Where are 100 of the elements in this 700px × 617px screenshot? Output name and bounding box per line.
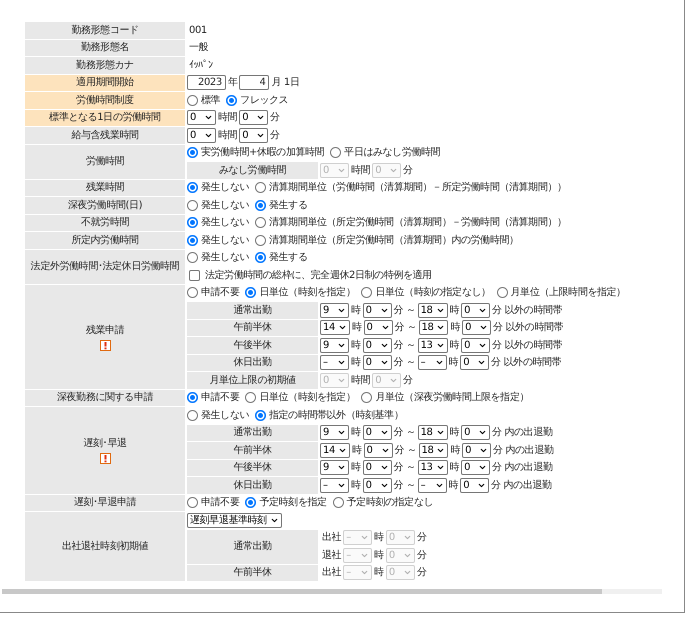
radio-button[interactable] xyxy=(245,392,256,404)
radio-button[interactable] xyxy=(187,217,198,228)
dropdown[interactable]: 0 xyxy=(362,355,392,370)
radio-button[interactable] xyxy=(187,94,198,106)
dropdown[interactable]: 18 xyxy=(418,425,448,440)
dropdown[interactable]: – xyxy=(418,355,447,370)
radio-option[interactable]: 日単位（時刻を指定） xyxy=(245,390,356,406)
radio-option[interactable]: 申請不要 xyxy=(187,495,240,510)
number-input[interactable]: 4 xyxy=(239,75,270,90)
radio-button[interactable] xyxy=(187,287,198,298)
dropdown[interactable]: 0 xyxy=(362,478,392,493)
radio-button[interactable] xyxy=(187,182,198,194)
field-text: 時 xyxy=(352,320,362,336)
dropdown[interactable]: 0 xyxy=(461,425,490,440)
dropdown[interactable]: 13 xyxy=(418,338,448,353)
dropdown[interactable]: 0 xyxy=(462,320,492,336)
dropdown[interactable]: 13 xyxy=(418,460,448,476)
radio-option[interactable]: 月単位（上限時間を指定） xyxy=(496,285,626,300)
radio-option[interactable]: 指定の時間帯以外（時刻基準） xyxy=(255,408,404,423)
dropdown[interactable]: 0 xyxy=(362,460,392,476)
radio-option[interactable]: 発生しない xyxy=(187,215,250,230)
sub-label-cell: 休日出勤 xyxy=(187,354,318,371)
radio-option[interactable]: 月単位（深夜労働時間上限を指定） xyxy=(361,390,530,406)
radio-button[interactable] xyxy=(330,147,342,158)
radio-option[interactable]: 予定時刻の指定なし xyxy=(332,495,434,510)
dropdown[interactable]: 9 xyxy=(320,425,349,440)
radio-option[interactable]: 申請不要 xyxy=(187,285,240,300)
radio-option[interactable]: 発生しない xyxy=(187,250,250,266)
radio-option[interactable]: 発生しない xyxy=(187,408,250,423)
dropdown[interactable]: 14 xyxy=(320,442,350,458)
radio-option[interactable]: 発生する xyxy=(255,198,308,213)
dropdown[interactable]: 14 xyxy=(320,320,350,336)
radio-button[interactable] xyxy=(226,94,238,106)
dropdown[interactable]: 9 xyxy=(320,338,349,353)
radio-button[interactable] xyxy=(361,392,372,404)
radio-button[interactable] xyxy=(255,252,266,264)
radio-button[interactable] xyxy=(187,410,198,421)
radio-button[interactable] xyxy=(187,497,198,508)
radio-option[interactable]: 清算期間単位（所定労働時間（清算期間）－労働時間（清算期間）） xyxy=(255,215,567,230)
dropdown[interactable]: 0 xyxy=(362,302,392,318)
radio-option[interactable]: 清算期間単位（所定労働時間（清算期間）内の労働時間） xyxy=(255,232,519,248)
radio-option[interactable]: 申請不要 xyxy=(187,390,240,406)
dropdown[interactable]: 18 xyxy=(418,442,448,458)
dropdown[interactable]: 0 xyxy=(460,478,490,493)
radio-button[interactable] xyxy=(245,287,256,298)
radio-button[interactable] xyxy=(187,392,198,404)
radio-button[interactable] xyxy=(255,217,266,228)
sub-label-cell: 通常出勤 xyxy=(187,302,318,318)
radio-option[interactable]: 実労働時間+休暇の加算時間 xyxy=(187,145,324,160)
dropdown[interactable]: 0 xyxy=(460,355,490,370)
radio-option[interactable]: 日単位（時刻の指定なし） xyxy=(361,285,491,300)
radio-button[interactable] xyxy=(255,410,266,421)
field-text: 一般 xyxy=(189,41,208,56)
dropdown[interactable]: 遅刻早退基準時刻 xyxy=(187,512,282,528)
dropdown[interactable]: 0 xyxy=(461,302,490,318)
radio-button[interactable] xyxy=(332,497,344,508)
dropdown[interactable]: 0 xyxy=(461,338,490,353)
dropdown[interactable]: 0 xyxy=(462,442,492,458)
radio-button[interactable] xyxy=(255,182,266,194)
dropdown[interactable]: 0 xyxy=(364,320,393,336)
dropdown[interactable]: 18 xyxy=(418,320,448,336)
radio-option[interactable]: 発生しない xyxy=(187,232,250,248)
radio-button[interactable] xyxy=(187,234,198,246)
field-text: 分 xyxy=(416,531,426,546)
radio-button[interactable] xyxy=(187,147,198,158)
dropdown[interactable]: – xyxy=(320,478,349,493)
number-input[interactable]: 2023 xyxy=(187,75,226,90)
dropdown[interactable]: 9 xyxy=(320,302,349,318)
dropdown[interactable]: – xyxy=(320,355,349,370)
radio-option[interactable]: 標準 xyxy=(187,92,220,108)
radio-option[interactable]: 平日はみなし労働時間 xyxy=(330,145,440,160)
radio-button[interactable] xyxy=(187,200,198,211)
dropdown[interactable]: 0 xyxy=(239,110,268,126)
checkbox[interactable] xyxy=(189,270,200,281)
dropdown[interactable]: 0 xyxy=(187,128,216,143)
dropdown[interactable]: 9 xyxy=(320,460,349,476)
field-text: 001 xyxy=(189,24,207,38)
radio-button[interactable] xyxy=(255,234,266,246)
checkbox-option[interactable]: 法定労働時間の総枠に、完全週休2日制の特例を適用 xyxy=(189,268,432,283)
radio-option[interactable]: 発生しない xyxy=(187,198,250,213)
dropdown[interactable]: 0 xyxy=(239,128,268,143)
radio-button[interactable] xyxy=(255,200,266,211)
field-label: 給与含残業時間 xyxy=(71,128,139,143)
dropdown[interactable]: 0 xyxy=(187,110,216,126)
dropdown[interactable]: 18 xyxy=(418,302,448,318)
radio-button[interactable] xyxy=(361,287,372,298)
radio-option[interactable]: 日単位（時刻を指定） xyxy=(245,285,356,300)
radio-button[interactable] xyxy=(245,497,256,508)
radio-option[interactable]: 清算期間単位（労働時間（清算期間）－所定労働時間（清算期間）） xyxy=(255,180,567,196)
radio-option[interactable]: 発生しない xyxy=(187,180,250,196)
radio-button[interactable] xyxy=(496,287,508,298)
radio-button[interactable] xyxy=(187,252,198,264)
dropdown[interactable]: 0 xyxy=(364,442,393,458)
dropdown[interactable]: 0 xyxy=(362,338,392,353)
radio-option[interactable]: 予定時刻を指定 xyxy=(245,495,327,510)
dropdown[interactable]: 0 xyxy=(362,425,392,440)
dropdown[interactable]: 0 xyxy=(461,460,490,476)
dropdown[interactable]: – xyxy=(418,478,447,493)
radio-option[interactable]: 発生する xyxy=(255,250,308,266)
radio-option[interactable]: フレックス xyxy=(226,92,288,108)
